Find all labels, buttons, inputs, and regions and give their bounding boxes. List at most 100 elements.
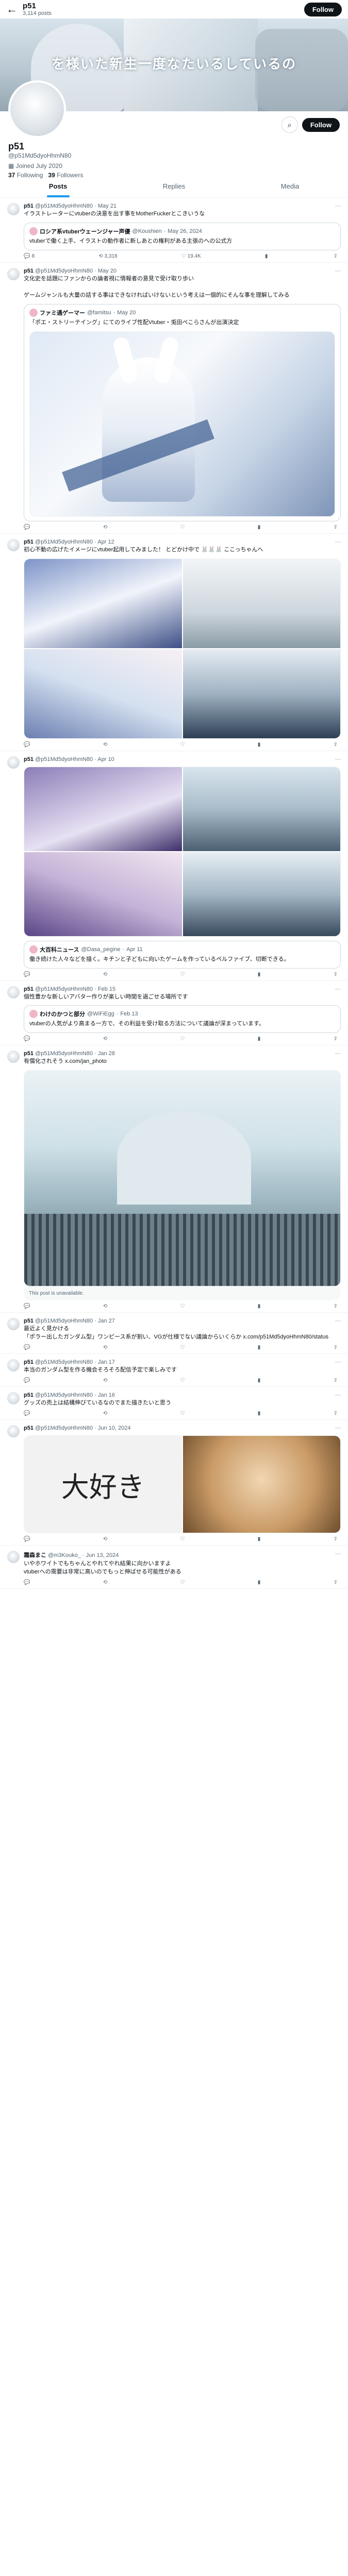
like-icon[interactable]: ♡ <box>180 1036 185 1042</box>
like-icon[interactable]: ♡ <box>180 1378 185 1383</box>
post[interactable]: p51 @p51Md5dyoHhmN80 · Jun 10, 2024 ··· 大… <box>0 1420 348 1546</box>
avatar[interactable] <box>7 1359 20 1372</box>
repost-icon[interactable]: ⟲ <box>103 1345 107 1350</box>
views-icon[interactable]: ▮ <box>258 1036 261 1042</box>
avatar[interactable] <box>7 756 20 769</box>
like-icon[interactable]: ♡ <box>180 1411 185 1416</box>
more-icon[interactable]: ··· <box>335 203 341 209</box>
post-image-grid[interactable] <box>24 558 341 739</box>
reply-icon[interactable]: 💬 <box>24 1580 30 1585</box>
post[interactable]: p51 @p51Md5dyoHhmN80 · Jan 17 ··· 本当のガンダム… <box>0 1354 348 1387</box>
more-icon[interactable]: ··· <box>335 986 341 992</box>
post-image-grid[interactable] <box>24 766 341 937</box>
tab-replies[interactable]: Replies <box>116 175 232 197</box>
avatar[interactable] <box>7 1551 20 1564</box>
like-icon[interactable]: ♡ <box>180 742 185 748</box>
more-icon[interactable]: ··· <box>335 268 341 274</box>
like-icon[interactable]: ♡ <box>180 1345 185 1350</box>
more-icon[interactable]: ··· <box>335 1359 341 1365</box>
post[interactable]: p51 @p51Md5dyoHhmN80 · Apr 10 ··· 大百科ニュース… <box>0 751 348 981</box>
repost-icon[interactable]: ⟲ <box>103 1036 107 1042</box>
post[interactable]: p51 @p51Md5dyoHhmN80 · Feb 15 ··· 個性豊かな新し… <box>0 981 348 1046</box>
quoted-post[interactable]: ファミ通ゲーマー @famitsu · May 20 「ポエ・ストリーテイング」に… <box>24 303 341 521</box>
reply-icon[interactable]: 💬 <box>24 742 30 748</box>
views-icon[interactable]: ▮ <box>265 253 270 259</box>
repost-icon[interactable]: ⟲ <box>103 1580 107 1585</box>
reply-icon[interactable]: 💬 <box>24 1411 30 1416</box>
share-icon[interactable]: ⇪ <box>334 1536 338 1542</box>
reply-icon[interactable]: 💬 <box>24 524 30 530</box>
quoted-post[interactable]: わけのかつと部分 @WiFiEgg · Feb 13 vtuberの人気がより高ま… <box>24 1005 341 1033</box>
post[interactable]: p51 @p51Md5dyoHhmN80 · Jan 27 ··· 最近よく見かけ… <box>0 1313 348 1354</box>
post-image[interactable] <box>24 1070 341 1287</box>
profile-follow-button[interactable]: Follow <box>302 117 340 132</box>
repost-icon[interactable]: ⟲ <box>103 1411 107 1416</box>
views-icon[interactable]: ▮ <box>258 1345 261 1350</box>
share-icon[interactable]: ⇪ <box>334 1580 338 1585</box>
views-icon[interactable]: ▮ <box>258 742 261 748</box>
back-arrow-icon[interactable]: ← <box>6 3 23 16</box>
avatar[interactable] <box>7 1392 20 1405</box>
more-icon[interactable]: ··· <box>335 756 341 762</box>
repost-icon[interactable]: ⟲ 3,318 <box>98 253 117 259</box>
search-icon[interactable]: ⌕ <box>281 116 298 133</box>
like-icon[interactable]: ♡ <box>180 1580 185 1585</box>
reply-icon[interactable]: 💬 <box>24 1536 30 1542</box>
more-icon[interactable]: ··· <box>335 1318 341 1324</box>
header-follow-button[interactable]: Follow <box>304 2 342 16</box>
more-icon[interactable]: ··· <box>335 1425 341 1431</box>
repost-icon[interactable]: ⟲ <box>103 1303 107 1309</box>
views-icon[interactable]: ▮ <box>258 1411 261 1416</box>
profile-avatar[interactable] <box>8 80 66 138</box>
avatar[interactable] <box>7 203 20 215</box>
post[interactable]: p51 @p51Md5dyoHhmN80 · May 20 ··· 文化史を話題に… <box>0 263 348 534</box>
tab-media[interactable]: Media <box>232 175 348 197</box>
share-icon[interactable]: ⇪ <box>334 742 338 748</box>
post[interactable]: p51 @p51Md5dyoHhmN80 · Apr 12 ··· 初心不動の広げ… <box>0 534 348 751</box>
like-icon[interactable]: ♡ <box>180 524 185 530</box>
reply-icon[interactable]: 💬 <box>24 1036 30 1042</box>
repost-icon[interactable]: ⟲ <box>103 972 107 977</box>
post-image[interactable] <box>29 331 335 517</box>
more-icon[interactable]: ··· <box>335 1392 341 1398</box>
post-image-pair[interactable]: 大好き <box>24 1435 341 1534</box>
quoted-post[interactable]: ロシア系vtuberウェーンジャー声優 @Koushien · May 26, 2… <box>24 222 341 250</box>
more-icon[interactable]: ··· <box>335 1551 341 1559</box>
reply-icon[interactable]: 💬 <box>24 1345 30 1350</box>
avatar[interactable] <box>7 538 20 551</box>
reply-icon[interactable]: 💬 <box>24 972 30 977</box>
like-icon[interactable]: ♡ 19.4K <box>181 253 201 259</box>
views-icon[interactable]: ▮ <box>258 972 261 977</box>
share-icon[interactable]: ⇪ <box>334 1378 338 1383</box>
post[interactable]: p51 @p51Md5dyoHhmN80 · Jan 28 ··· 有償化されそう… <box>0 1045 348 1313</box>
share-icon[interactable]: ⇪ <box>334 972 338 977</box>
avatar[interactable] <box>7 267 20 280</box>
share-icon[interactable]: ⇪ <box>334 524 338 530</box>
views-icon[interactable]: ▮ <box>258 1303 261 1309</box>
post[interactable]: p51 @p51Md5dyoHhmN80 · May 21 ··· イラストレータ… <box>0 198 348 263</box>
share-icon[interactable]: ⇪ <box>334 1303 338 1309</box>
reply-icon[interactable]: 💬 <box>24 1303 30 1309</box>
views-icon[interactable]: ▮ <box>258 524 261 530</box>
like-icon[interactable]: ♡ <box>180 1303 185 1309</box>
views-icon[interactable]: ▮ <box>258 1378 261 1383</box>
repost-icon[interactable]: ⟲ <box>103 1378 107 1383</box>
avatar[interactable] <box>7 1318 20 1331</box>
views-icon[interactable]: ▮ <box>258 1536 261 1542</box>
avatar[interactable] <box>7 1425 20 1438</box>
share-icon[interactable]: ⇪ <box>334 253 338 259</box>
avatar[interactable] <box>7 986 20 998</box>
reply-icon[interactable]: 💬 <box>24 1378 30 1383</box>
reply-icon[interactable]: 💬 8 <box>24 253 35 259</box>
share-icon[interactable]: ⇪ <box>334 1345 338 1350</box>
tab-posts[interactable]: Posts <box>0 175 116 197</box>
repost-icon[interactable]: ⟲ <box>103 742 107 748</box>
more-icon[interactable]: ··· <box>335 1050 341 1057</box>
avatar[interactable] <box>7 1050 20 1063</box>
more-icon[interactable]: ··· <box>335 539 341 545</box>
like-icon[interactable]: ♡ <box>180 1536 185 1542</box>
post[interactable]: p51 @p51Md5dyoHhmN80 · Jan 16 ··· グッズの売上は… <box>0 1387 348 1420</box>
share-icon[interactable]: ⇪ <box>334 1036 338 1042</box>
share-icon[interactable]: ⇪ <box>334 1411 338 1416</box>
like-icon[interactable]: ♡ <box>180 972 185 977</box>
